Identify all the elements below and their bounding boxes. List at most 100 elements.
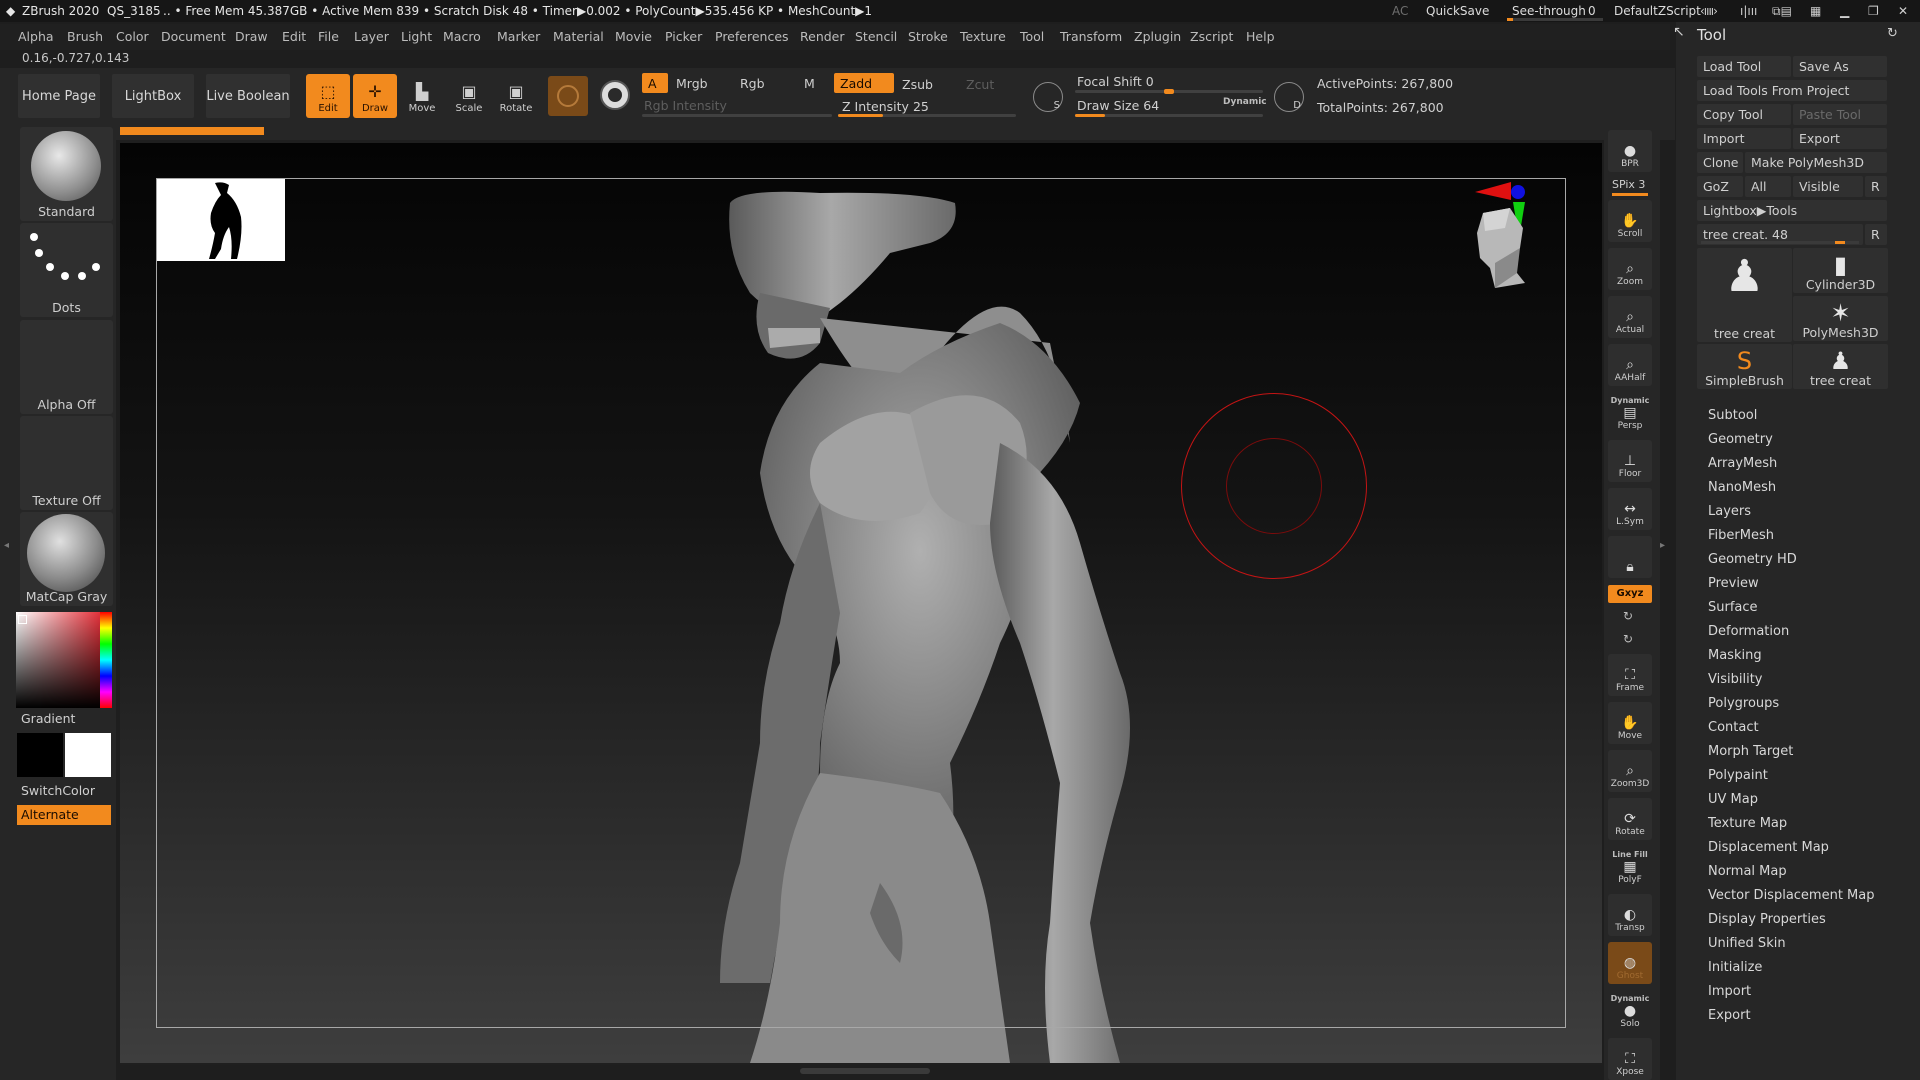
initialize-section[interactable]: Initialize bbox=[1708, 960, 1762, 975]
display-properties-section[interactable]: Display Properties bbox=[1708, 912, 1826, 927]
dynamic-draw-size-button[interactable]: Dynamic bbox=[1223, 97, 1267, 107]
zoom3d-button[interactable]: ⌕ Zoom3D bbox=[1608, 750, 1652, 792]
polyframe-button[interactable]: Line Fill ▦ PolyF bbox=[1608, 846, 1652, 888]
mrgb-button[interactable]: Mrgb bbox=[670, 73, 732, 93]
menu-transform[interactable]: Transform bbox=[1060, 29, 1122, 44]
tool-thumb-polymesh3d[interactable]: ✶ PolyMesh3D bbox=[1793, 296, 1888, 341]
goz-r-button[interactable]: R bbox=[1865, 176, 1887, 197]
a-toggle[interactable]: A bbox=[642, 73, 668, 93]
import-button[interactable]: Import bbox=[1697, 128, 1791, 149]
menu-picker[interactable]: Picker bbox=[665, 29, 702, 44]
menu-file[interactable]: File bbox=[318, 29, 339, 44]
home-page-button[interactable]: Home Page bbox=[18, 74, 100, 118]
color-picker-square[interactable] bbox=[16, 612, 112, 708]
live-boolean-button[interactable]: Live Boolean bbox=[206, 74, 290, 118]
z-intensity-slider[interactable] bbox=[838, 114, 1016, 117]
menu-color[interactable]: Color bbox=[116, 29, 149, 44]
deformation-section[interactable]: Deformation bbox=[1708, 624, 1789, 639]
polygroups-section[interactable]: Polygroups bbox=[1708, 696, 1779, 711]
arraymesh-section[interactable]: ArrayMesh bbox=[1708, 456, 1777, 471]
spray-stroke-icon[interactable]: S bbox=[1033, 82, 1063, 112]
zcut-button[interactable]: Zcut bbox=[960, 74, 1000, 94]
import-section[interactable]: Import bbox=[1708, 984, 1751, 999]
alpha-selector[interactable]: Alpha Off bbox=[20, 320, 113, 414]
rotate-view-button[interactable]: ⟳ Rotate bbox=[1608, 798, 1652, 840]
edit-mode-button[interactable]: ⬚ Edit bbox=[306, 74, 350, 118]
menu-macro[interactable]: Macro bbox=[443, 29, 481, 44]
default-zscript-button[interactable]: DefaultZScript bbox=[1614, 4, 1701, 18]
interface-icon[interactable]: ▦ bbox=[1810, 4, 1821, 18]
clone-button[interactable]: Clone bbox=[1697, 152, 1743, 173]
normal-map-section[interactable]: Normal Map bbox=[1708, 864, 1787, 879]
spix-value[interactable]: SPix 3 bbox=[1612, 178, 1645, 191]
lightbox-button[interactable]: LightBox bbox=[112, 74, 194, 118]
m-button[interactable]: M bbox=[798, 73, 828, 93]
persp-button[interactable]: Dynamic ▤ Persp bbox=[1608, 392, 1652, 434]
menu-layer[interactable]: Layer bbox=[354, 29, 389, 44]
geometry-section[interactable]: Geometry bbox=[1708, 432, 1773, 447]
draw-mode-button[interactable]: ✛ Draw bbox=[353, 74, 397, 118]
masking-section[interactable]: Masking bbox=[1708, 648, 1762, 663]
texture-selector[interactable]: Texture Off bbox=[20, 416, 113, 510]
displacement-map-section[interactable]: Displacement Map bbox=[1708, 840, 1829, 855]
minimize-icon[interactable]: ▁ bbox=[1840, 4, 1849, 18]
scroll-button[interactable]: ✋ Scroll bbox=[1608, 200, 1652, 242]
geometry-hd-section[interactable]: Geometry HD bbox=[1708, 552, 1797, 567]
focal-shift-slider[interactable] bbox=[1075, 89, 1263, 94]
move-view-button[interactable]: ✋ Move bbox=[1608, 702, 1652, 744]
load-tool-button[interactable]: Load Tool bbox=[1697, 56, 1791, 77]
polypaint-section[interactable]: Polypaint bbox=[1708, 768, 1768, 783]
move-mode-button[interactable]: ▙ Move bbox=[400, 74, 444, 118]
vector-displacement-map-section[interactable]: Vector Displacement Map bbox=[1708, 888, 1875, 903]
unified-skin-section[interactable]: Unified Skin bbox=[1708, 936, 1786, 951]
brush-selector[interactable]: Standard bbox=[20, 127, 113, 221]
left-shelf-collapse-icon[interactable]: ◂ bbox=[4, 540, 10, 564]
tool-thumb-simplebrush[interactable]: S SimpleBrush bbox=[1697, 344, 1792, 389]
goz-visible-button[interactable]: Visible bbox=[1793, 176, 1863, 197]
primary-color-swatch[interactable] bbox=[17, 733, 63, 777]
subtool-section[interactable]: Subtool bbox=[1708, 408, 1757, 423]
color-picker-sphere-icon[interactable] bbox=[600, 80, 630, 110]
menu-preferences[interactable]: Preferences bbox=[715, 29, 789, 44]
preview-section[interactable]: Preview bbox=[1708, 576, 1759, 591]
tool-r-button[interactable]: R bbox=[1865, 224, 1887, 245]
actual-button[interactable]: ⌕ Actual bbox=[1608, 296, 1652, 338]
menu-light[interactable]: Light bbox=[401, 29, 432, 44]
layers-section[interactable]: Layers bbox=[1708, 504, 1751, 519]
scale-mode-button[interactable]: ▣ Scale bbox=[447, 74, 491, 118]
current-tool-slider[interactable]: tree creat. 48 bbox=[1697, 224, 1863, 245]
spix-slider[interactable] bbox=[1612, 193, 1648, 196]
layout-arrows-icon[interactable]: ‹ıııı› bbox=[1700, 4, 1718, 18]
lock-button[interactable]: 🔒︎ bbox=[1608, 536, 1652, 578]
switch-color-button[interactable]: SwitchColor bbox=[21, 783, 95, 798]
zsub-button[interactable]: Zsub bbox=[896, 74, 952, 94]
right-shelf-collapse-icon[interactable]: ▸ bbox=[1660, 540, 1668, 560]
menu-lines-icon[interactable]: ı|ııı bbox=[1740, 4, 1757, 18]
menu-alpha[interactable]: Alpha bbox=[18, 29, 54, 44]
menu-render[interactable]: Render bbox=[800, 29, 845, 44]
export-button[interactable]: Export bbox=[1793, 128, 1887, 149]
morph-target-section[interactable]: Morph Target bbox=[1708, 744, 1793, 759]
stroke-selector[interactable]: Dots bbox=[20, 223, 113, 317]
tool-panel-pin-icon[interactable]: ↖ bbox=[1673, 24, 1685, 40]
see-through-label[interactable]: See-through bbox=[1512, 4, 1586, 18]
y-rotation-icon[interactable]: ↻ bbox=[1623, 609, 1633, 623]
make-polymesh3d-button[interactable]: Make PolyMesh3D bbox=[1745, 152, 1887, 173]
zadd-button[interactable]: Zadd bbox=[834, 73, 894, 93]
menu-material[interactable]: Material bbox=[553, 29, 604, 44]
quicksave-button[interactable]: QuickSave bbox=[1426, 4, 1489, 18]
ghost-button[interactable]: ◍ Ghost bbox=[1608, 942, 1652, 984]
frame-button[interactable]: ⛶ Frame bbox=[1608, 654, 1652, 696]
transparency-button[interactable]: ◐ Transp bbox=[1608, 894, 1652, 936]
menu-draw[interactable]: Draw bbox=[235, 29, 268, 44]
menu-help[interactable]: Help bbox=[1246, 29, 1275, 44]
material-swatch-button[interactable] bbox=[548, 76, 588, 116]
save-as-button[interactable]: Save As bbox=[1793, 56, 1887, 77]
texture-map-section[interactable]: Texture Map bbox=[1708, 816, 1787, 831]
goz-all-button[interactable]: All bbox=[1745, 176, 1791, 197]
aahalf-button[interactable]: ⌕ AAHalf bbox=[1608, 344, 1652, 386]
menu-marker[interactable]: Marker bbox=[497, 29, 540, 44]
menu-texture[interactable]: Texture bbox=[960, 29, 1006, 44]
alternate-button[interactable]: Alternate bbox=[17, 805, 111, 825]
export-section[interactable]: Export bbox=[1708, 1008, 1751, 1023]
